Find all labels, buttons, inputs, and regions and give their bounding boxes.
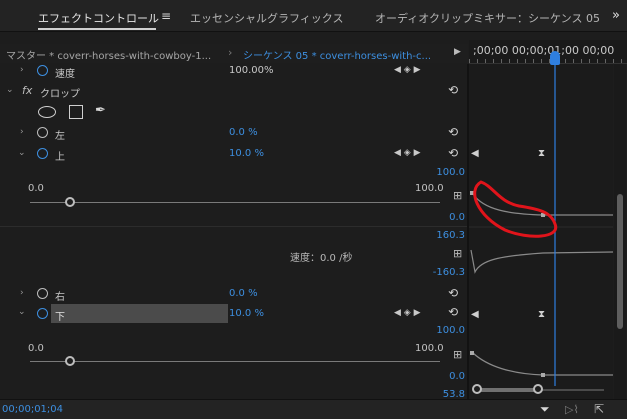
crop-bottom-slider-knob[interactable]: [65, 356, 75, 366]
export-icon[interactable]: ⇱: [594, 402, 604, 416]
stopwatch-icon[interactable]: [37, 288, 48, 299]
expand-chevron-icon[interactable]: ›: [20, 127, 24, 137]
clip-tab-bar: マスター * coverr-horses-with-cowboy-1... › …: [0, 44, 468, 63]
reset-right-icon[interactable]: ⟲: [448, 286, 458, 300]
tab-essential-graphics[interactable]: エッセンシャルグラフィックス: [190, 10, 343, 26]
crop-top-value[interactable]: 10.0 %: [229, 148, 264, 159]
keyframe-in-marker[interactable]: ◀: [471, 309, 479, 320]
top-velocity-curve: [470, 249, 614, 274]
crop-bottom-slider-track[interactable]: [30, 361, 440, 362]
timeline-ruler[interactable]: ;00;00 00;00;01;00 00;00: [469, 40, 627, 64]
crop-top-row: ⌄ 上 10.0 % ◀ ◈ ▶ ⟲: [0, 146, 468, 163]
panel-tab-bar: エフェクトコントロール ≡ エッセンシャルグラフィックス オーディオクリップミキ…: [0, 0, 627, 32]
footer-bar: 00;00;01;04 ⏷ ▷⌇ ⇱: [0, 399, 627, 419]
keyframe-nav-icon[interactable]: ◀ ◈ ▶: [394, 65, 421, 75]
vertical-scroll-thumb[interactable]: [617, 194, 623, 329]
graph-top-value: 100.0: [436, 167, 465, 178]
timeline-zoom-scrollbar[interactable]: [470, 384, 610, 395]
zoom-bar-fill: [476, 388, 538, 392]
crop-top-label: 上: [55, 152, 65, 163]
graph-divider: [0, 226, 467, 227]
slider-min-label: 0.0: [28, 343, 44, 354]
ellipse-mask-icon[interactable]: [38, 106, 56, 118]
crop-right-row: › 右 0.0 % ⟲: [0, 286, 468, 303]
keyframe-point: [541, 373, 545, 377]
expand-chevron-icon[interactable]: ›: [20, 288, 24, 298]
crop-label: クロップ: [40, 89, 80, 100]
ruler-ticks: [469, 59, 627, 63]
reset-left-icon[interactable]: ⟲: [448, 125, 458, 139]
filter-icon[interactable]: ⏷: [540, 402, 550, 417]
current-timecode[interactable]: 00;00;01;04: [2, 404, 63, 415]
mask-tools: ✒: [38, 103, 118, 120]
rectangle-mask-icon[interactable]: [69, 105, 83, 119]
playhead-handle[interactable]: [550, 51, 560, 65]
speed-label: 速度: [55, 69, 75, 80]
crop-right-value[interactable]: 0.0 %: [229, 288, 258, 299]
crop-left-value[interactable]: 0.0 %: [229, 127, 258, 138]
crop-left-label: 左: [55, 131, 65, 142]
selected-row-highlight: [51, 304, 228, 323]
graph-zero-value: 0.0: [449, 371, 465, 382]
crop-bottom-row: ⌄ 下 10.0 % ◀ ◈ ▶ ⟲: [0, 304, 468, 323]
crop-row: ⌄ fx クロップ ⟲: [0, 82, 468, 100]
stopwatch-icon[interactable]: [37, 65, 48, 76]
tabs-overflow-icon[interactable]: »: [612, 8, 620, 23]
keyframe-in-marker[interactable]: ◀: [471, 148, 479, 159]
ruler-timecodes: ;00;00 00;00;01;00 00;00: [473, 44, 615, 57]
zoom-end-handle[interactable]: [533, 384, 543, 394]
slider-max-label: 100.0: [415, 183, 444, 194]
clip-separator-icon: ›: [228, 46, 233, 59]
velocity-bezier-icon[interactable]: ⊞: [453, 247, 462, 260]
graph-zero-value: 0.0: [449, 212, 465, 223]
crop-top-slider-track[interactable]: [30, 202, 440, 203]
keyframe-nav-icon[interactable]: ◀ ◈ ▶: [394, 308, 421, 318]
red-annotation-circle: [473, 180, 558, 238]
velocity-readout: 速度：0.0 /秒: [290, 253, 353, 264]
fx-badge[interactable]: fx: [22, 84, 32, 97]
graph-top-value: 100.0: [436, 325, 465, 336]
slider-min-label: 0.0: [28, 183, 44, 194]
slider-max-label: 100.0: [415, 343, 444, 354]
expand-chevron-icon[interactable]: ›: [20, 65, 24, 75]
tab-audio-clip-mixer[interactable]: オーディオクリップミキサー：シーケンス 05: [375, 10, 600, 26]
keyframe-out-marker[interactable]: ⧗: [538, 148, 545, 159]
timeline-graphs: ◀ ⧗ ◀ ⧗: [469, 64, 614, 386]
velocity-top-value: 160.3: [436, 230, 465, 241]
crop-bottom-label: 下: [55, 312, 65, 323]
keyframe-point: [470, 351, 474, 355]
sequence-clip-tab[interactable]: シーケンス 05 * coverr-horses-with-c...: [243, 47, 431, 62]
keyframe-out-marker[interactable]: ⧗: [538, 309, 545, 320]
speed-value[interactable]: 100.00%: [229, 65, 274, 76]
stopwatch-active-icon[interactable]: [37, 308, 48, 319]
stopwatch-active-icon[interactable]: [37, 148, 48, 159]
master-clip-tab[interactable]: マスター * coverr-horses-with-cowboy-1...: [6, 47, 211, 62]
graph-bezier-icon[interactable]: ⊞: [453, 189, 462, 202]
graph-bezier-icon[interactable]: ⊞: [453, 348, 462, 361]
collapse-chevron-icon[interactable]: ⌄: [18, 307, 26, 317]
crop-top-slider-knob[interactable]: [65, 197, 75, 207]
speed-row: › 速度 100.00% ◀ ◈ ▶: [0, 64, 468, 80]
play-audio-icon[interactable]: ▷⌇: [565, 403, 579, 416]
crop-bottom-value[interactable]: 10.0 %: [229, 308, 264, 319]
collapse-chevron-icon[interactable]: ⌄: [18, 148, 26, 158]
play-only-clip-icon[interactable]: ▶: [454, 47, 461, 57]
reset-crop-icon[interactable]: ⟲: [448, 83, 458, 97]
bottom-value-curve: [472, 352, 613, 376]
panel-menu-icon[interactable]: ≡: [161, 9, 171, 23]
reset-bottom-icon[interactable]: ⟲: [448, 305, 458, 319]
zoom-start-handle[interactable]: [472, 384, 482, 394]
crop-right-label: 右: [55, 292, 65, 303]
reset-top-icon[interactable]: ⟲: [448, 146, 458, 160]
active-tab-underline: [38, 28, 156, 30]
vertical-scrollbar[interactable]: [614, 64, 626, 399]
pen-mask-icon[interactable]: ✒: [95, 103, 106, 118]
stopwatch-icon[interactable]: [37, 127, 48, 138]
velocity-bottom-value: -160.3: [432, 267, 465, 278]
crop-left-row: › 左 0.0 % ⟲: [0, 125, 468, 142]
collapse-chevron-icon[interactable]: ⌄: [6, 85, 14, 95]
tab-effect-controls[interactable]: エフェクトコントロール: [38, 10, 159, 26]
keyframe-nav-icon[interactable]: ◀ ◈ ▶: [394, 148, 421, 158]
